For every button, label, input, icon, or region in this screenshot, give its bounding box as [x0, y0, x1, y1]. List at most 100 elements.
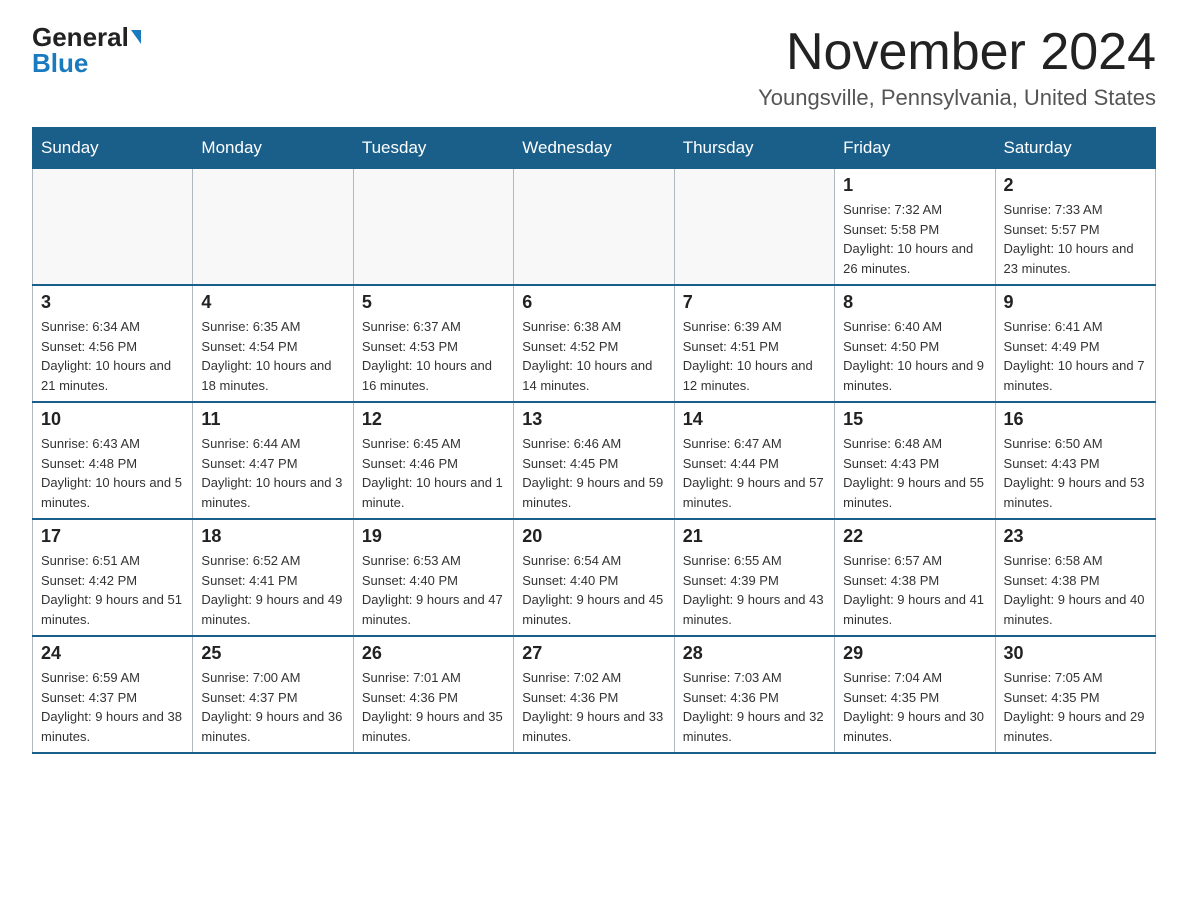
calendar-cell: 4 Sunrise: 6:35 AM Sunset: 4:54 PM Daylig…: [193, 285, 353, 402]
day-number: 21: [683, 526, 826, 547]
calendar-cell: 5 Sunrise: 6:37 AM Sunset: 4:53 PM Daylig…: [353, 285, 513, 402]
calendar-cell: [33, 169, 193, 286]
day-number: 30: [1004, 643, 1147, 664]
day-number: 11: [201, 409, 344, 430]
day-number: 28: [683, 643, 826, 664]
calendar-cell: 10 Sunrise: 6:43 AM Sunset: 4:48 PM Dayli…: [33, 402, 193, 519]
day-number: 12: [362, 409, 505, 430]
calendar-cell: 29Sunrise: 7:04 AM Sunset: 4:35 PM Dayli…: [835, 636, 995, 753]
calendar-week-row: 10 Sunrise: 6:43 AM Sunset: 4:48 PM Dayli…: [33, 402, 1156, 519]
calendar-cell: 6Sunrise: 6:38 AM Sunset: 4:52 PM Daylig…: [514, 285, 674, 402]
calendar-cell: 22Sunrise: 6:57 AM Sunset: 4:38 PM Dayli…: [835, 519, 995, 636]
calendar-cell: 27 Sunrise: 7:02 AM Sunset: 4:36 PM Dayli…: [514, 636, 674, 753]
day-info: Sunrise: 6:53 AM Sunset: 4:40 PM Dayligh…: [362, 551, 505, 629]
day-info: Sunrise: 6:45 AM Sunset: 4:46 PM Dayligh…: [362, 434, 505, 512]
day-info: Sunrise: 6:47 AM Sunset: 4:44 PM Dayligh…: [683, 434, 826, 512]
day-number: 16: [1004, 409, 1147, 430]
calendar-cell: 9 Sunrise: 6:41 AM Sunset: 4:49 PM Daylig…: [995, 285, 1155, 402]
day-info: Sunrise: 6:40 AM Sunset: 4:50 PM Dayligh…: [843, 317, 986, 395]
calendar-cell: 15 Sunrise: 6:48 AM Sunset: 4:43 PM Dayli…: [835, 402, 995, 519]
logo-blue-text: Blue: [32, 50, 88, 76]
day-info: Sunrise: 7:05 AM Sunset: 4:35 PM Dayligh…: [1004, 668, 1147, 746]
day-info: Sunrise: 6:46 AM Sunset: 4:45 PM Dayligh…: [522, 434, 665, 512]
day-info: Sunrise: 7:02 AM Sunset: 4:36 PM Dayligh…: [522, 668, 665, 746]
day-number: 24: [41, 643, 184, 664]
calendar-cell: 13Sunrise: 6:46 AM Sunset: 4:45 PM Dayli…: [514, 402, 674, 519]
calendar-cell: [674, 169, 834, 286]
day-info: Sunrise: 6:50 AM Sunset: 4:43 PM Dayligh…: [1004, 434, 1147, 512]
location-subtitle: Youngsville, Pennsylvania, United States: [758, 85, 1156, 111]
calendar-cell: 28 Sunrise: 7:03 AM Sunset: 4:36 PM Dayli…: [674, 636, 834, 753]
calendar-table: SundayMondayTuesdayWednesdayThursdayFrid…: [32, 127, 1156, 754]
calendar-cell: 25 Sunrise: 7:00 AM Sunset: 4:37 PM Dayli…: [193, 636, 353, 753]
day-info: Sunrise: 6:37 AM Sunset: 4:53 PM Dayligh…: [362, 317, 505, 395]
calendar-cell: 23 Sunrise: 6:58 AM Sunset: 4:38 PM Dayli…: [995, 519, 1155, 636]
day-info: Sunrise: 6:34 AM Sunset: 4:56 PM Dayligh…: [41, 317, 184, 395]
day-info: Sunrise: 7:33 AM Sunset: 5:57 PM Dayligh…: [1004, 200, 1147, 278]
day-number: 17: [41, 526, 184, 547]
calendar-cell: 11 Sunrise: 6:44 AM Sunset: 4:47 PM Dayli…: [193, 402, 353, 519]
day-number: 29: [843, 643, 986, 664]
day-number: 3: [41, 292, 184, 313]
title-block: November 2024 Youngsville, Pennsylvania,…: [758, 24, 1156, 111]
day-number: 23: [1004, 526, 1147, 547]
day-number: 2: [1004, 175, 1147, 196]
day-info: Sunrise: 6:54 AM Sunset: 4:40 PM Dayligh…: [522, 551, 665, 629]
day-info: Sunrise: 6:44 AM Sunset: 4:47 PM Dayligh…: [201, 434, 344, 512]
page-header: General Blue November 2024 Youngsville, …: [32, 24, 1156, 111]
calendar-cell: [353, 169, 513, 286]
day-number: 4: [201, 292, 344, 313]
logo-arrow-icon: [131, 30, 141, 44]
calendar-cell: 26Sunrise: 7:01 AM Sunset: 4:36 PM Dayli…: [353, 636, 513, 753]
weekday-header-wednesday: Wednesday: [514, 128, 674, 169]
day-info: Sunrise: 6:57 AM Sunset: 4:38 PM Dayligh…: [843, 551, 986, 629]
calendar-cell: [193, 169, 353, 286]
day-info: Sunrise: 7:03 AM Sunset: 4:36 PM Dayligh…: [683, 668, 826, 746]
calendar-cell: 24 Sunrise: 6:59 AM Sunset: 4:37 PM Dayli…: [33, 636, 193, 753]
day-number: 18: [201, 526, 344, 547]
calendar-cell: 20 Sunrise: 6:54 AM Sunset: 4:40 PM Dayli…: [514, 519, 674, 636]
calendar-cell: 7Sunrise: 6:39 AM Sunset: 4:51 PM Daylig…: [674, 285, 834, 402]
weekday-header-tuesday: Tuesday: [353, 128, 513, 169]
calendar-cell: 18 Sunrise: 6:52 AM Sunset: 4:41 PM Dayli…: [193, 519, 353, 636]
weekday-header-monday: Monday: [193, 128, 353, 169]
calendar-cell: 17 Sunrise: 6:51 AM Sunset: 4:42 PM Dayli…: [33, 519, 193, 636]
day-info: Sunrise: 6:52 AM Sunset: 4:41 PM Dayligh…: [201, 551, 344, 629]
day-info: Sunrise: 6:43 AM Sunset: 4:48 PM Dayligh…: [41, 434, 184, 512]
day-info: Sunrise: 6:35 AM Sunset: 4:54 PM Dayligh…: [201, 317, 344, 395]
calendar-cell: 14 Sunrise: 6:47 AM Sunset: 4:44 PM Dayli…: [674, 402, 834, 519]
day-number: 20: [522, 526, 665, 547]
weekday-header-sunday: Sunday: [33, 128, 193, 169]
calendar-cell: 19 Sunrise: 6:53 AM Sunset: 4:40 PM Dayli…: [353, 519, 513, 636]
calendar-cell: 1 Sunrise: 7:32 AM Sunset: 5:58 PM Daylig…: [835, 169, 995, 286]
day-number: 14: [683, 409, 826, 430]
day-number: 15: [843, 409, 986, 430]
day-number: 26: [362, 643, 505, 664]
calendar-cell: 8 Sunrise: 6:40 AM Sunset: 4:50 PM Daylig…: [835, 285, 995, 402]
day-number: 10: [41, 409, 184, 430]
logo-general-text: General: [32, 24, 129, 50]
calendar-cell: 2 Sunrise: 7:33 AM Sunset: 5:57 PM Daylig…: [995, 169, 1155, 286]
day-info: Sunrise: 6:55 AM Sunset: 4:39 PM Dayligh…: [683, 551, 826, 629]
day-number: 27: [522, 643, 665, 664]
day-info: Sunrise: 6:41 AM Sunset: 4:49 PM Dayligh…: [1004, 317, 1147, 395]
day-number: 5: [362, 292, 505, 313]
day-number: 1: [843, 175, 986, 196]
day-info: Sunrise: 6:48 AM Sunset: 4:43 PM Dayligh…: [843, 434, 986, 512]
calendar-cell: [514, 169, 674, 286]
day-info: Sunrise: 6:51 AM Sunset: 4:42 PM Dayligh…: [41, 551, 184, 629]
day-info: Sunrise: 6:58 AM Sunset: 4:38 PM Dayligh…: [1004, 551, 1147, 629]
day-number: 25: [201, 643, 344, 664]
calendar-cell: 21 Sunrise: 6:55 AM Sunset: 4:39 PM Dayli…: [674, 519, 834, 636]
day-info: Sunrise: 6:59 AM Sunset: 4:37 PM Dayligh…: [41, 668, 184, 746]
calendar-week-row: 1 Sunrise: 7:32 AM Sunset: 5:58 PM Daylig…: [33, 169, 1156, 286]
month-year-title: November 2024: [758, 24, 1156, 81]
weekday-header-friday: Friday: [835, 128, 995, 169]
day-info: Sunrise: 7:32 AM Sunset: 5:58 PM Dayligh…: [843, 200, 986, 278]
day-number: 9: [1004, 292, 1147, 313]
day-number: 19: [362, 526, 505, 547]
day-info: Sunrise: 7:00 AM Sunset: 4:37 PM Dayligh…: [201, 668, 344, 746]
day-number: 8: [843, 292, 986, 313]
logo: General Blue: [32, 24, 141, 76]
calendar-week-row: 17 Sunrise: 6:51 AM Sunset: 4:42 PM Dayli…: [33, 519, 1156, 636]
